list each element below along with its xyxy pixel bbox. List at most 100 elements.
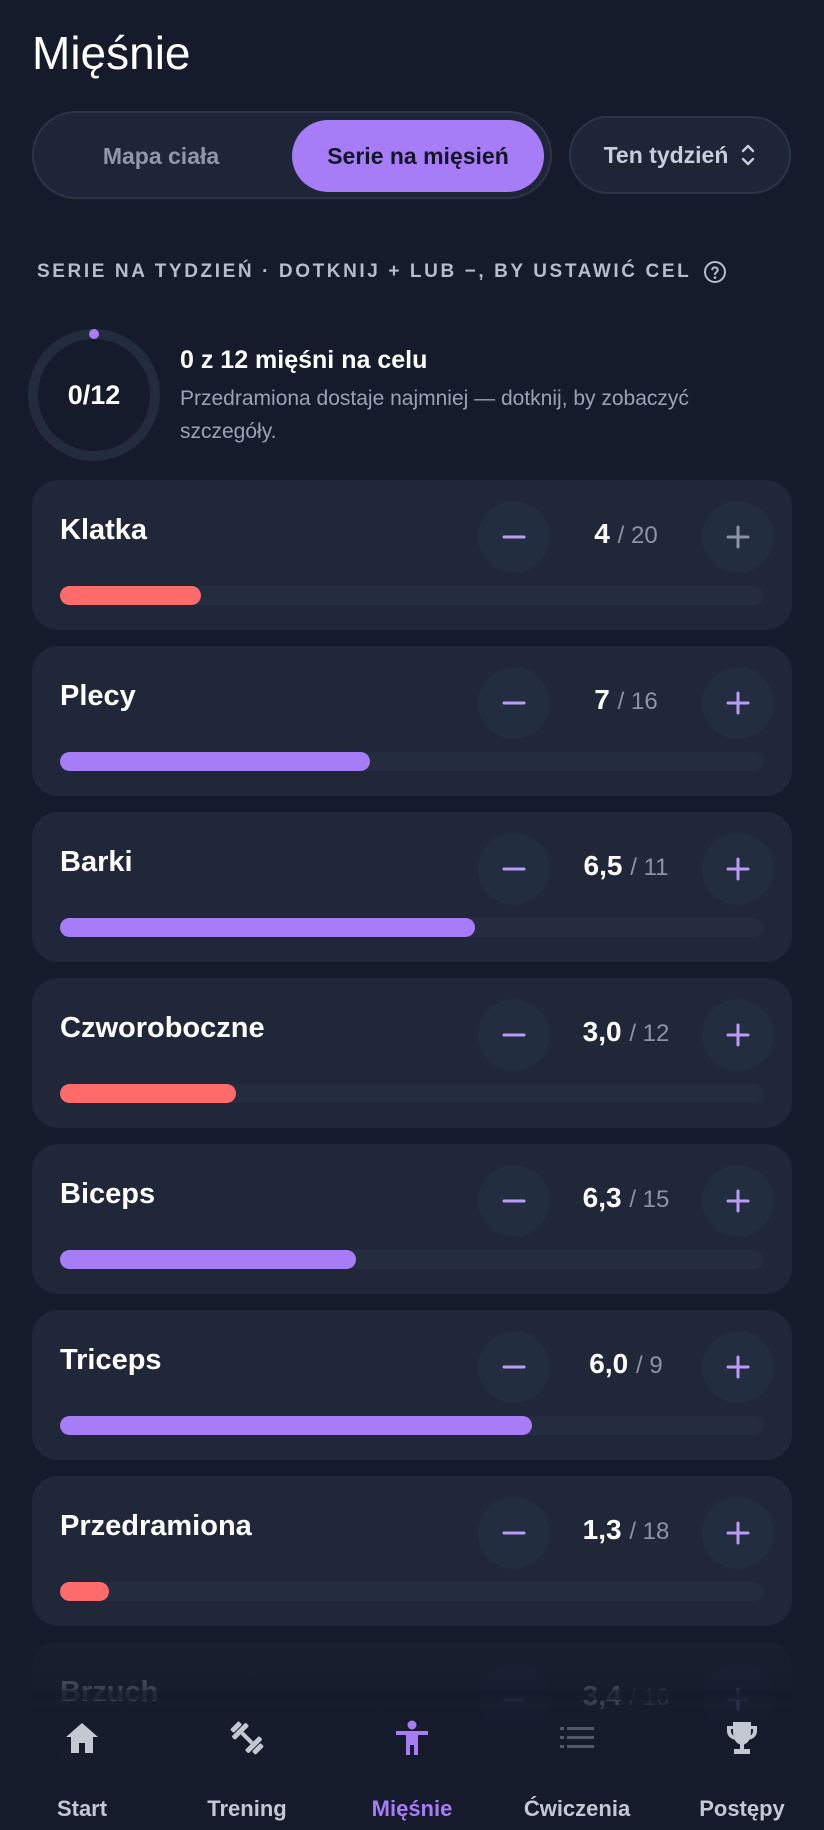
- increase-sets-button[interactable]: [702, 1497, 774, 1569]
- tab-body-map[interactable]: Mapa ciała: [42, 120, 280, 192]
- progress-fill: [60, 1582, 110, 1601]
- section-header-text: SERIE NA TYDZIEŃ · DOTKNIJ + LUB −, BY U…: [37, 261, 692, 282]
- muscle-name: Biceps: [60, 1178, 156, 1210]
- muscle-name: Przedramiona: [60, 1510, 252, 1542]
- decrease-sets-button[interactable]: [478, 501, 550, 573]
- body-icon: [396, 1720, 428, 1755]
- sets-current: 3,0: [582, 1016, 622, 1047]
- increase-sets-button[interactable]: [702, 501, 774, 573]
- sets-current: 7: [594, 684, 610, 715]
- muscle-card[interactable]: Biceps 6,3 / 15: [32, 1144, 792, 1294]
- increase-sets-button[interactable]: [702, 667, 774, 739]
- sets-value: 7 / 16: [550, 684, 702, 716]
- view-toggle: Mapa ciała Serie na mięsień: [32, 111, 552, 199]
- sets-target: / 15: [629, 1186, 670, 1213]
- muscle-card[interactable]: Klatka 4 / 20: [32, 480, 792, 630]
- nav-item-label: Mięśnie: [371, 1796, 453, 1821]
- scroll-fade: [0, 1620, 824, 1700]
- progress-track: [60, 1084, 764, 1103]
- nav-item-label: Start: [56, 1796, 108, 1821]
- increase-sets-button[interactable]: [702, 1331, 774, 1403]
- plus-icon: [726, 1355, 750, 1379]
- plus-icon: [726, 691, 750, 715]
- muscle-name: Plecy: [60, 680, 136, 712]
- progress-fill: [60, 752, 370, 771]
- muscle-name: Klatka: [60, 514, 148, 546]
- progress-track: [60, 586, 764, 605]
- help-circle-icon[interactable]: [703, 260, 727, 284]
- nav-item-trening[interactable]: Trening: [165, 1690, 329, 1830]
- minus-icon: [502, 867, 526, 871]
- sets-target: / 18: [629, 1518, 670, 1545]
- sets-target: / 16: [617, 688, 658, 715]
- nav-item-start[interactable]: Start: [0, 1690, 164, 1830]
- progress-track: [60, 1250, 764, 1269]
- progress-fill: [60, 918, 476, 937]
- muscle-card[interactable]: Czworoboczne 3,0 / 12: [32, 978, 792, 1128]
- muscle-card[interactable]: Plecy 7 / 16: [32, 646, 792, 796]
- summary-ring-label: 0/12: [67, 379, 121, 410]
- minus-icon: [502, 701, 526, 705]
- nav-item-label: Postępy: [699, 1796, 785, 1821]
- home-icon: [66, 1723, 98, 1753]
- muscle-card[interactable]: Triceps 6,0 / 9: [32, 1310, 792, 1460]
- sets-value: 6,0 / 9: [550, 1348, 702, 1380]
- sets-current: 1,3: [582, 1514, 622, 1545]
- muscle-card[interactable]: Barki 6,5 / 11: [32, 812, 792, 962]
- progress-track: [60, 918, 764, 937]
- sets-value: 3,0 / 12: [550, 1016, 702, 1048]
- tab-sets-per-muscle[interactable]: Serie na mięsień: [292, 120, 544, 192]
- plus-icon: [726, 1189, 750, 1213]
- plus-icon: [726, 1521, 750, 1545]
- trophy-icon: [727, 1722, 757, 1754]
- dumbbell-icon: [230, 1721, 264, 1755]
- nav-item-cwiczenia[interactable]: Ćwiczenia: [495, 1690, 659, 1830]
- sets-value: 6,3 / 15: [550, 1182, 702, 1214]
- period-select[interactable]: Ten tydzień: [569, 116, 791, 194]
- nav-item-postepy[interactable]: Postępy: [660, 1690, 824, 1830]
- decrease-sets-button[interactable]: [478, 1165, 550, 1237]
- muscle-name: Barki: [60, 846, 133, 878]
- muscle-name: Czworoboczne: [60, 1012, 265, 1044]
- sets-value: 6,5 / 11: [550, 850, 702, 882]
- increase-sets-button[interactable]: [702, 1165, 774, 1237]
- nav-item-label: Trening: [207, 1796, 287, 1821]
- sets-target: / 9: [636, 1352, 663, 1379]
- sets-target: / 20: [617, 522, 658, 549]
- muscle-card[interactable]: Przedramiona 1,3 / 18: [32, 1476, 792, 1626]
- decrease-sets-button[interactable]: [478, 667, 550, 739]
- nav-item-miesnie[interactable]: Mięśnie: [330, 1690, 494, 1830]
- plus-icon: [726, 525, 750, 549]
- increase-sets-button[interactable]: [702, 999, 774, 1071]
- minus-icon: [502, 1365, 526, 1369]
- summary-title: 0 z 12 mięśni na celu: [180, 346, 428, 374]
- sets-current: 6,3: [582, 1182, 622, 1213]
- decrease-sets-button[interactable]: [478, 1497, 550, 1569]
- muscle-name: Triceps: [60, 1344, 162, 1376]
- sets-current: 6,5: [583, 850, 623, 881]
- plus-icon: [726, 1023, 750, 1047]
- sets-target: / 11: [630, 854, 669, 881]
- sets-current: 6,0: [589, 1348, 629, 1379]
- section-header: SERIE NA TYDZIEŃ · DOTKNIJ + LUB −, BY U…: [37, 260, 727, 284]
- decrease-sets-button[interactable]: [478, 999, 550, 1071]
- sets-target: / 12: [629, 1020, 670, 1047]
- nav-item-label: Ćwiczenia: [523, 1796, 631, 1821]
- plus-icon: [726, 857, 750, 881]
- progress-fill: [60, 1084, 236, 1103]
- progress-track: [60, 752, 764, 771]
- page-title: Mięśnie: [32, 27, 191, 79]
- sets-value: 4 / 20: [550, 518, 702, 550]
- decrease-sets-button[interactable]: [478, 833, 550, 905]
- progress-track: [60, 1416, 764, 1435]
- bottom-nav: Start Trening Mięśnie Ćwiczenia Postępy: [0, 1690, 824, 1830]
- decrease-sets-button[interactable]: [478, 1331, 550, 1403]
- list-icon: [560, 1727, 594, 1748]
- summary-subtitle[interactable]: Przedramiona dostaje najmniej — dotknij,…: [180, 382, 780, 448]
- increase-sets-button[interactable]: [702, 833, 774, 905]
- progress-fill: [60, 586, 201, 605]
- minus-icon: [502, 535, 526, 539]
- minus-icon: [502, 1033, 526, 1037]
- period-select-label: Ten tydzień: [603, 141, 729, 168]
- minus-icon: [502, 1199, 526, 1203]
